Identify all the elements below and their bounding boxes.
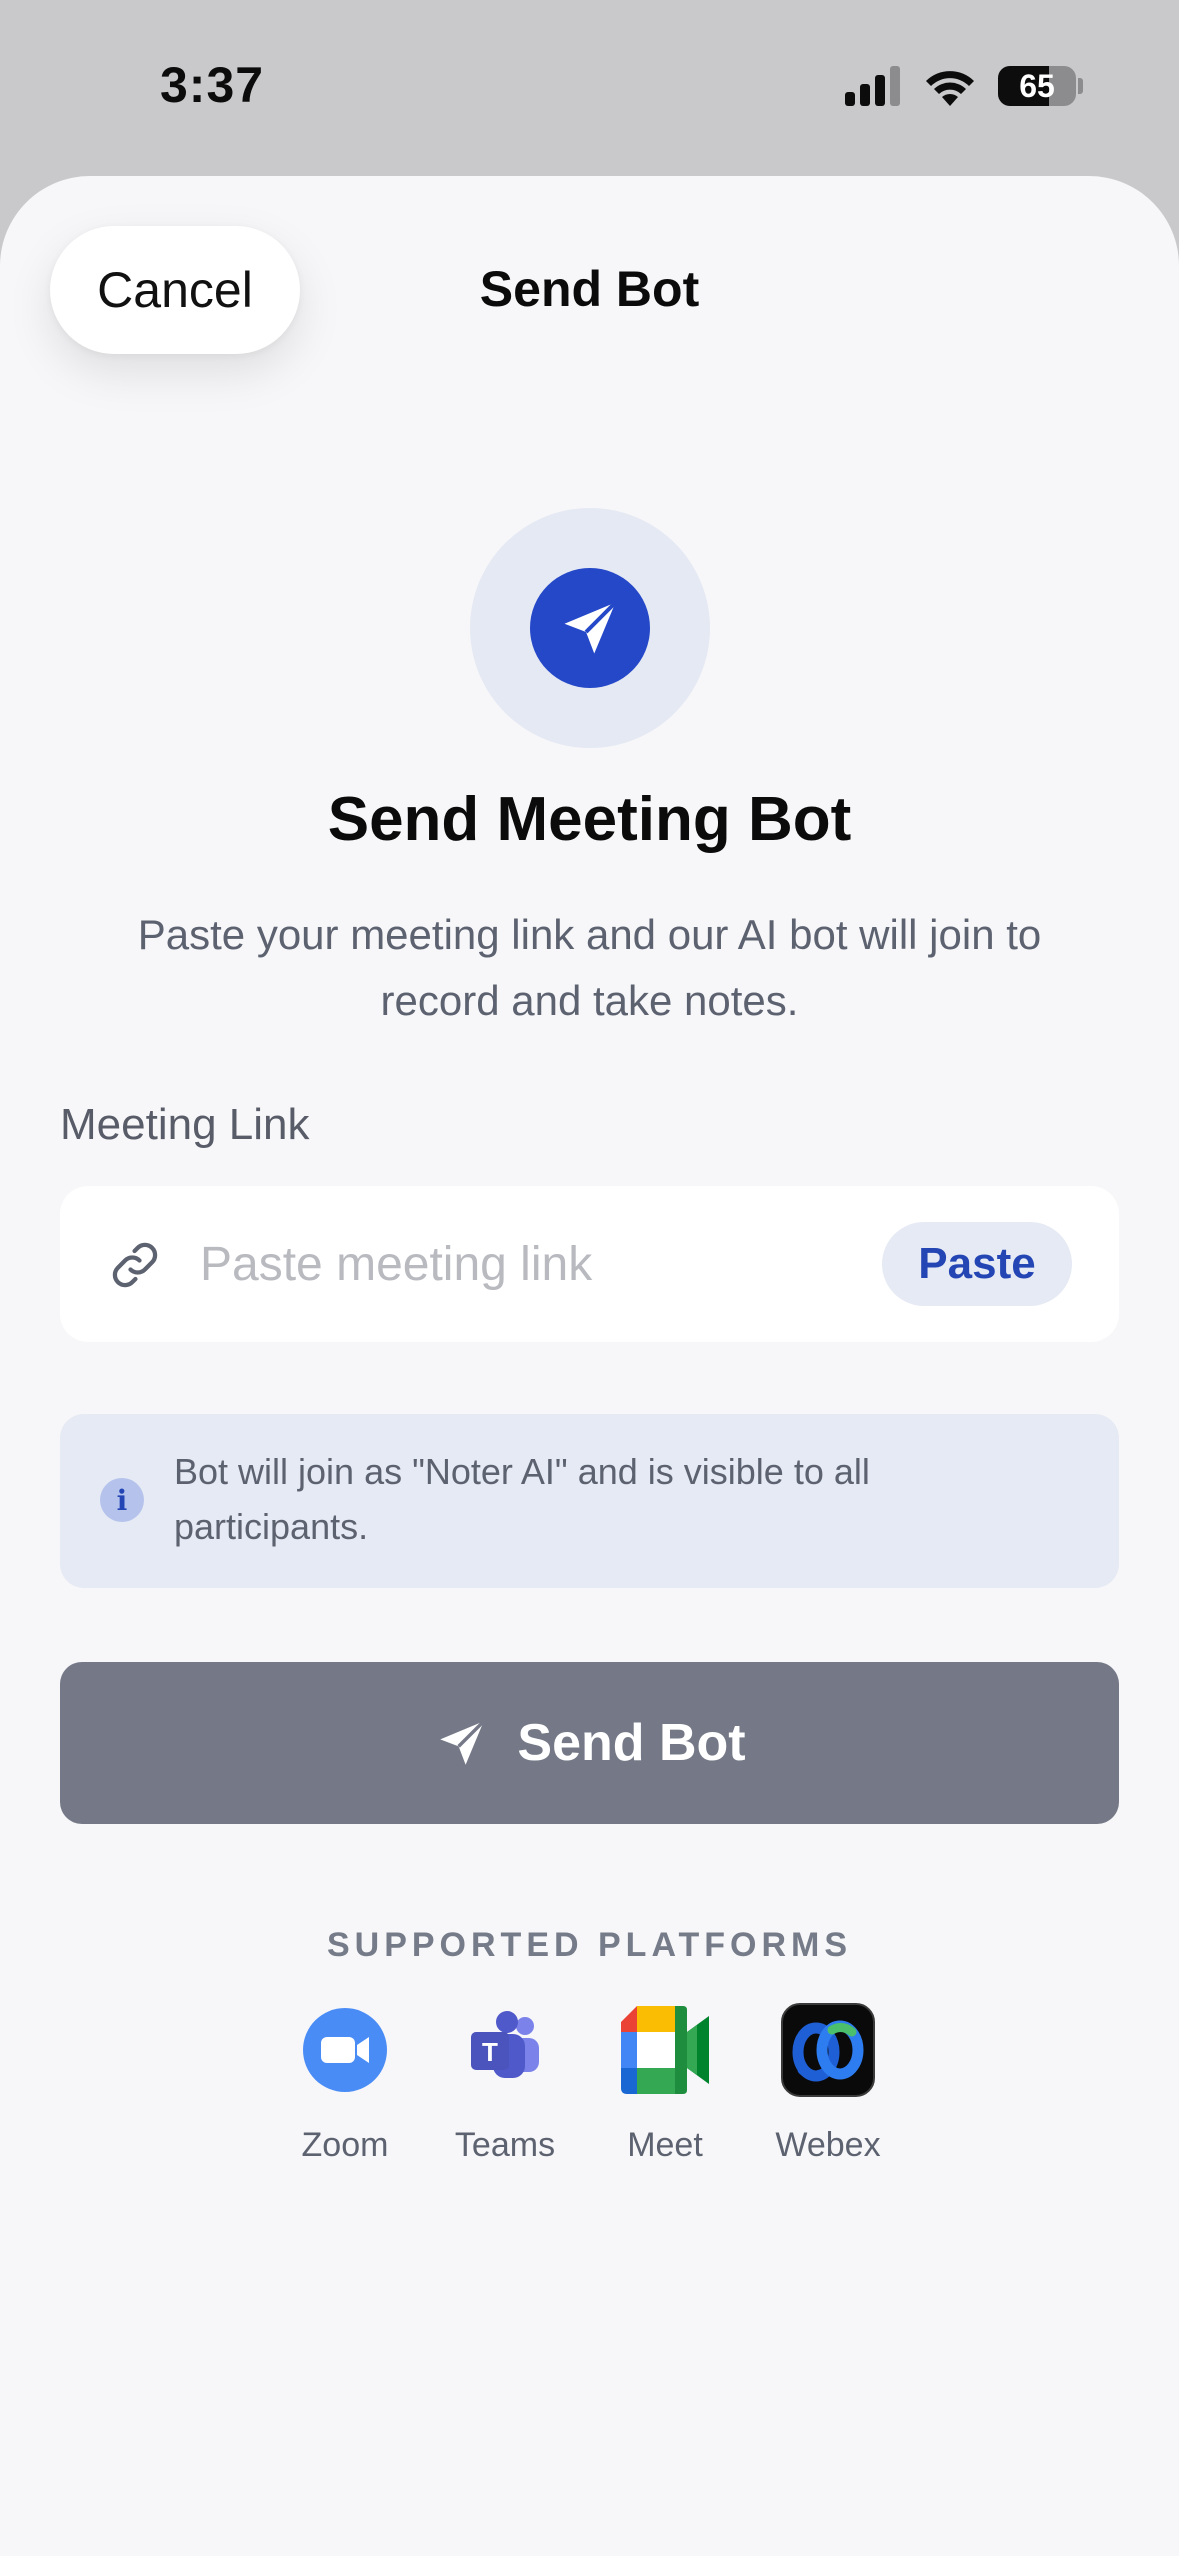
hero-icon-circle [470, 508, 710, 748]
paper-plane-icon [433, 1714, 491, 1772]
platform-name: Zoom [301, 2126, 389, 2164]
platform-webex: Webex [748, 2002, 908, 2165]
platform-teams: T Teams [425, 2002, 585, 2165]
teams-icon: T [457, 2002, 553, 2098]
paste-button[interactable]: Paste [882, 1222, 1072, 1306]
hero-icon-badge [530, 568, 650, 688]
battery-tip [1078, 78, 1083, 94]
send-bot-label: Send Bot [517, 1714, 746, 1772]
meeting-link-input[interactable] [200, 1226, 900, 1302]
platform-name: Webex [775, 2126, 881, 2164]
hero-subtitle: Paste your meeting link and our AI bot w… [137, 911, 1042, 1024]
wifi-icon [926, 71, 974, 106]
info-text: Bot will join as "Noter AI" and is visib… [174, 1451, 870, 1547]
platform-name: Meet [627, 2126, 703, 2164]
hero-title: Send Meeting Bot [327, 785, 852, 854]
link-icon [112, 1242, 158, 1288]
battery-level: 65 [1019, 68, 1055, 104]
paper-plane-icon [564, 601, 617, 654]
platform-zoom: Zoom [265, 2002, 425, 2165]
info-icon: i [100, 1478, 144, 1522]
webex-icon [780, 2002, 876, 2098]
zoom-icon [297, 2002, 393, 2098]
meeting-link-field: Paste [60, 1186, 1119, 1342]
platform-meet: Meet [585, 2002, 745, 2165]
supported-platforms-heading: SUPPORTED PLATFORMS [326, 1926, 853, 1964]
page-title: Send Bot [479, 261, 700, 317]
google-meet-icon [617, 2002, 713, 2098]
send-bot-sheet: Cancel Send Bot Send Meeting Bot Paste y… [0, 176, 1179, 2556]
cellular-signal-icon [845, 66, 900, 106]
info-notice: i Bot will join as "Noter AI" and is vis… [60, 1414, 1119, 1588]
meeting-link-label: Meeting Link [60, 1100, 310, 1149]
status-time: 3:37 [160, 57, 265, 113]
status-bar: 3:37 65 [0, 0, 1179, 176]
platform-name: Teams [454, 2126, 556, 2164]
battery-icon: 65 [998, 66, 1076, 106]
svg-text:T: T [482, 2037, 498, 2067]
send-bot-button[interactable]: Send Bot [60, 1662, 1119, 1824]
